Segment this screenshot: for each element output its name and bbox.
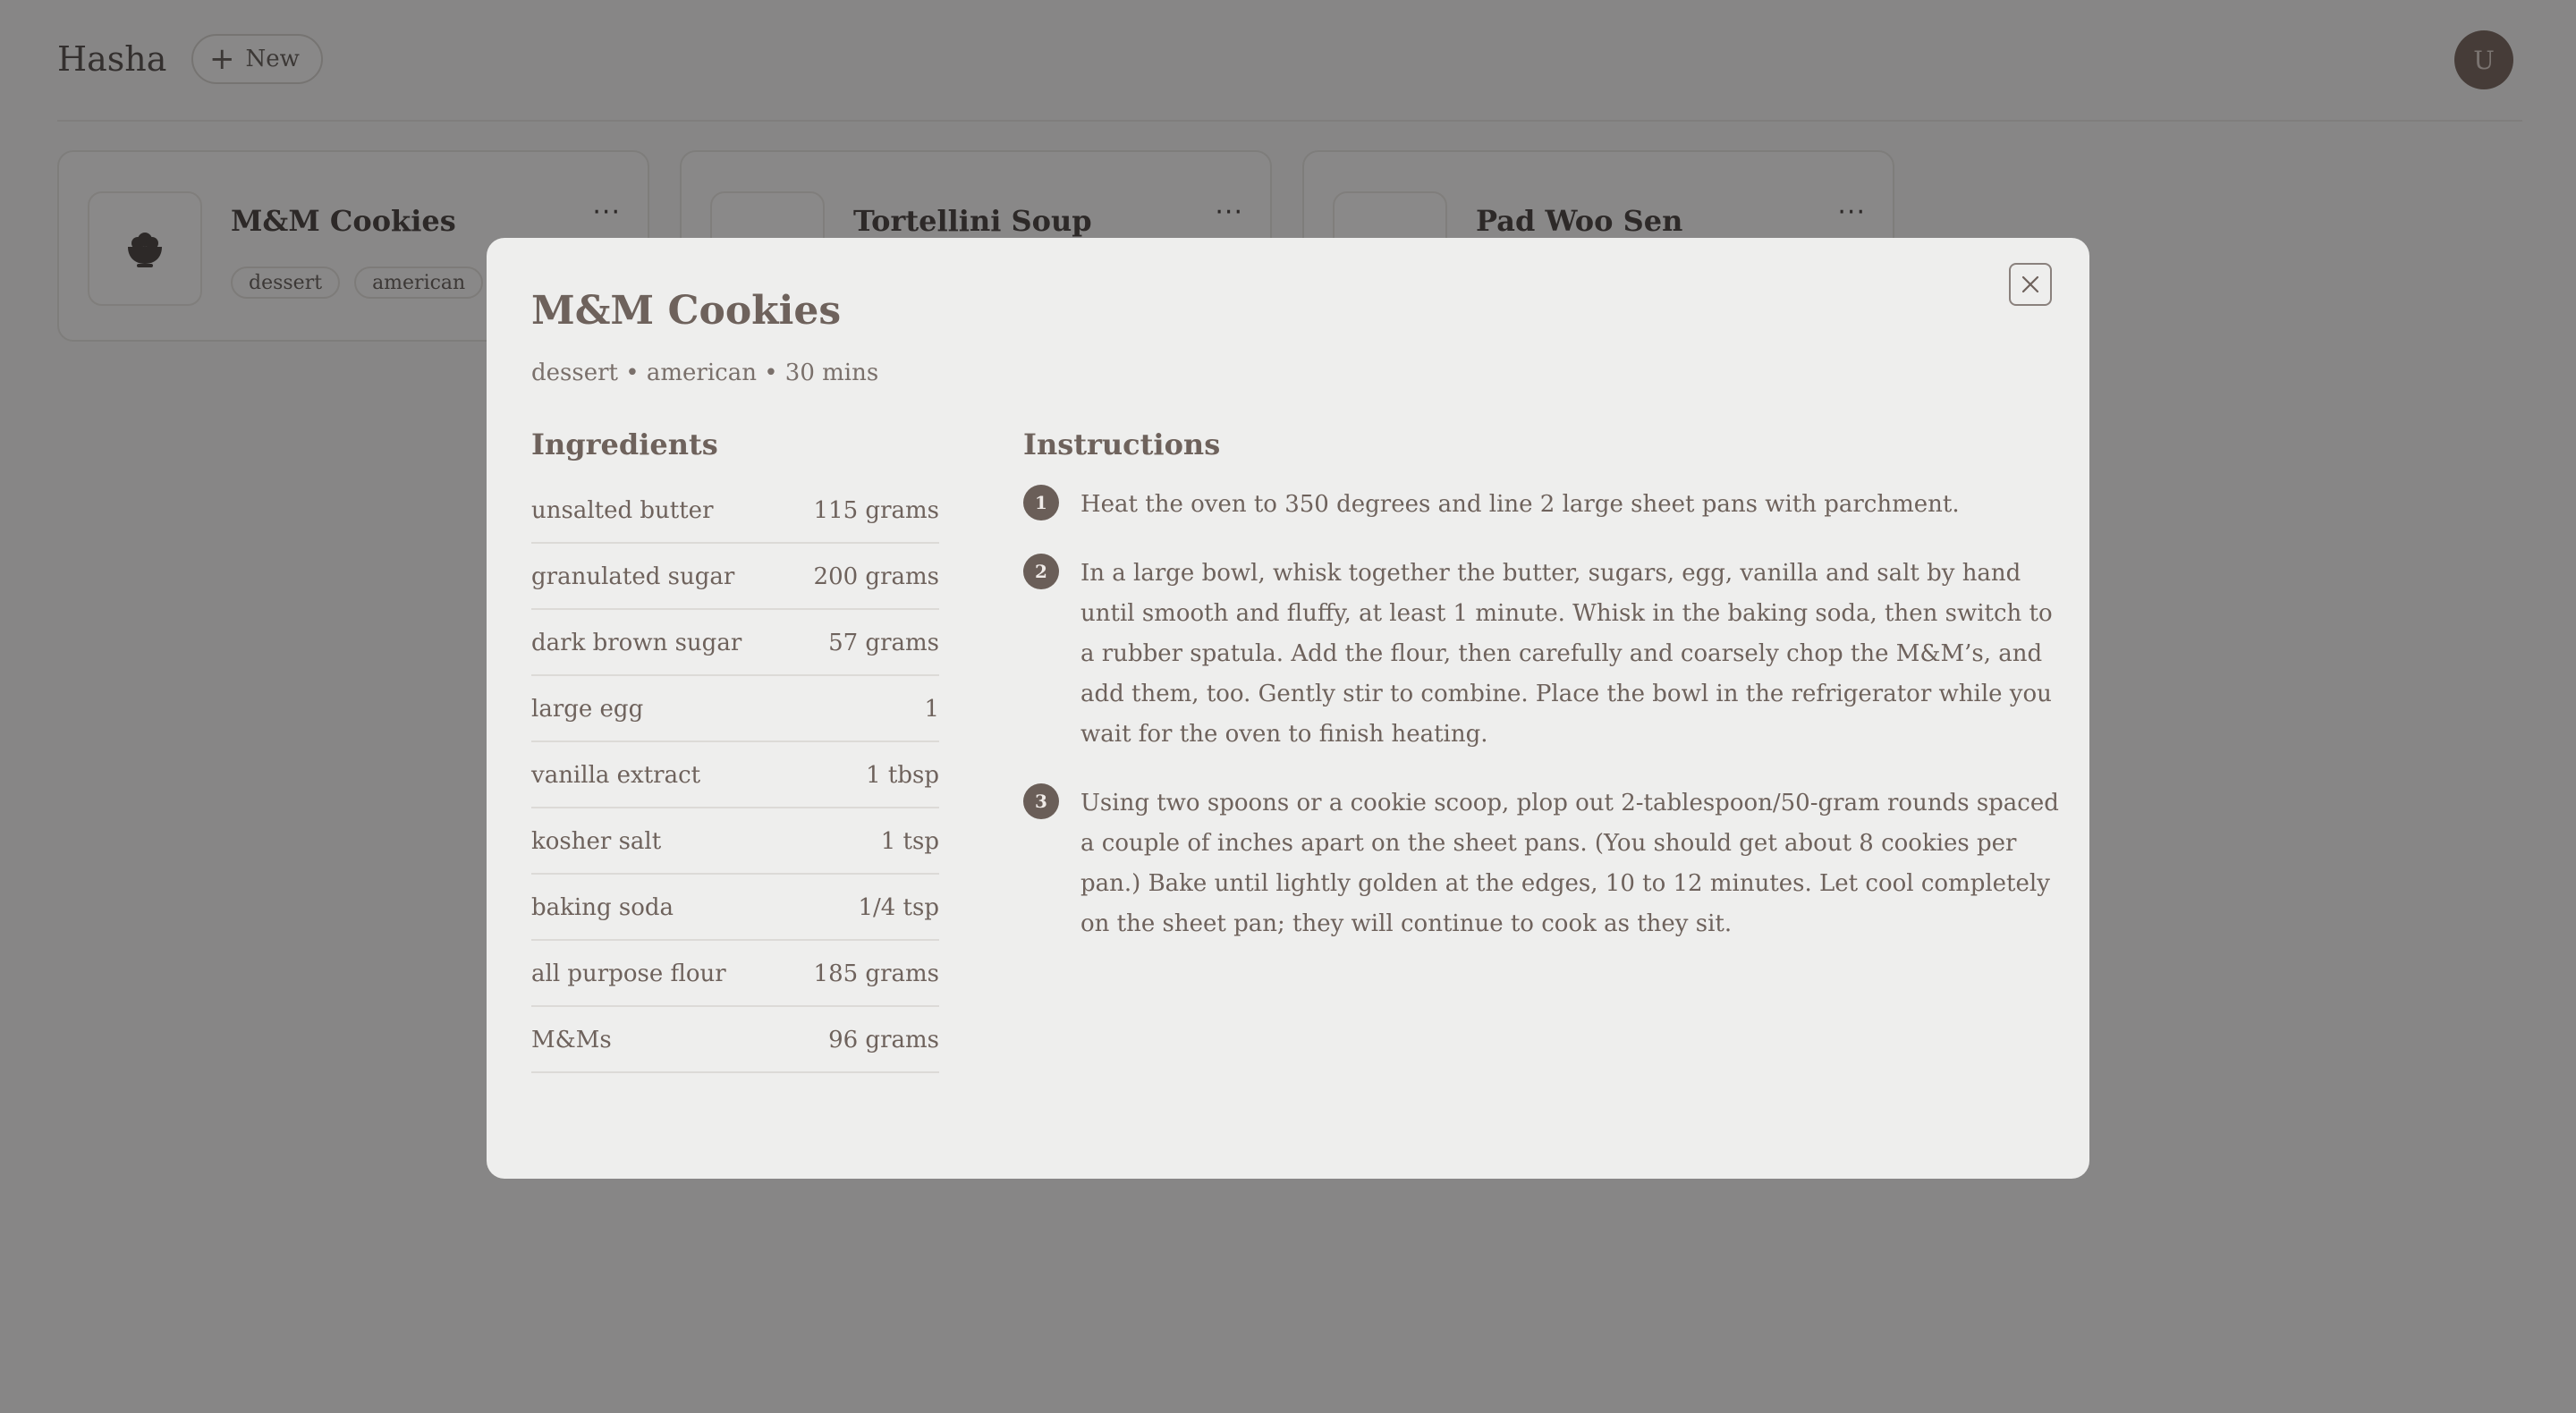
- ingredient-row: M&Ms 96 grams: [531, 1007, 939, 1073]
- ingredient-row: kosher salt 1 tsp: [531, 808, 939, 875]
- instruction-step: 3 Using two spoons or a cookie scoop, pl…: [1023, 783, 2061, 944]
- ingredient-name: large egg: [531, 696, 644, 723]
- step-text: Using two spoons or a cookie scoop, plop…: [1080, 790, 2059, 937]
- ingredient-amount: 185 grams: [813, 960, 939, 987]
- ingredient-row: dark brown sugar 57 grams: [531, 610, 939, 676]
- ingredient-row: large egg 1: [531, 676, 939, 742]
- app-page: Hasha + New U M&M Cookies ··· dessert am…: [0, 0, 2576, 1413]
- ingredient-amount: 57 grams: [828, 630, 939, 656]
- ingredient-name: kosher salt: [531, 828, 662, 855]
- ingredients-heading: Ingredients: [531, 427, 718, 461]
- ingredient-name: vanilla extract: [531, 762, 701, 789]
- instruction-step: 2 In a large bowl, whisk together the bu…: [1023, 554, 2061, 755]
- ingredient-row: granulated sugar 200 grams: [531, 544, 939, 610]
- ingredient-row: baking soda 1/4 tsp: [531, 875, 939, 941]
- ingredient-amount: 1 tsp: [880, 828, 939, 855]
- close-icon: [2021, 275, 2039, 293]
- step-text: Heat the oven to 350 degrees and line 2 …: [1080, 491, 1960, 518]
- ingredient-amount: 1/4 tsp: [858, 894, 939, 921]
- ingredient-amount: 115 grams: [813, 497, 939, 524]
- ingredient-row: vanilla extract 1 tbsp: [531, 742, 939, 808]
- instruction-step: 1 Heat the oven to 350 degrees and line …: [1023, 485, 2061, 525]
- ingredients-list: unsalted butter 115 grams granulated sug…: [531, 478, 939, 1073]
- recipe-modal: M&M Cookies dessert • american • 30 mins…: [487, 238, 2089, 1179]
- ingredient-amount: 1 tbsp: [866, 762, 939, 789]
- ingredient-amount: 200 grams: [813, 563, 939, 590]
- instructions-list: 1 Heat the oven to 350 degrees and line …: [1023, 485, 2061, 973]
- recipe-meta: dessert • american • 30 mins: [531, 360, 879, 386]
- step-number-badge: 2: [1023, 554, 1059, 589]
- ingredient-row: unsalted butter 115 grams: [531, 478, 939, 544]
- ingredient-amount: 96 grams: [828, 1027, 939, 1053]
- ingredient-name: unsalted butter: [531, 497, 714, 524]
- ingredient-amount: 1: [924, 696, 939, 723]
- step-number-badge: 3: [1023, 783, 1059, 819]
- ingredient-row: all purpose flour 185 grams: [531, 941, 939, 1007]
- ingredient-name: M&Ms: [531, 1027, 612, 1053]
- ingredient-name: all purpose flour: [531, 960, 726, 987]
- ingredient-name: dark brown sugar: [531, 630, 742, 656]
- step-text: In a large bowl, whisk together the butt…: [1080, 560, 2053, 748]
- instructions-heading: Instructions: [1023, 427, 1221, 461]
- ingredient-name: granulated sugar: [531, 563, 735, 590]
- ingredient-name: baking soda: [531, 894, 674, 921]
- modal-title: M&M Cookies: [531, 288, 842, 334]
- step-number-badge: 1: [1023, 485, 1059, 520]
- close-button[interactable]: [2009, 263, 2052, 306]
